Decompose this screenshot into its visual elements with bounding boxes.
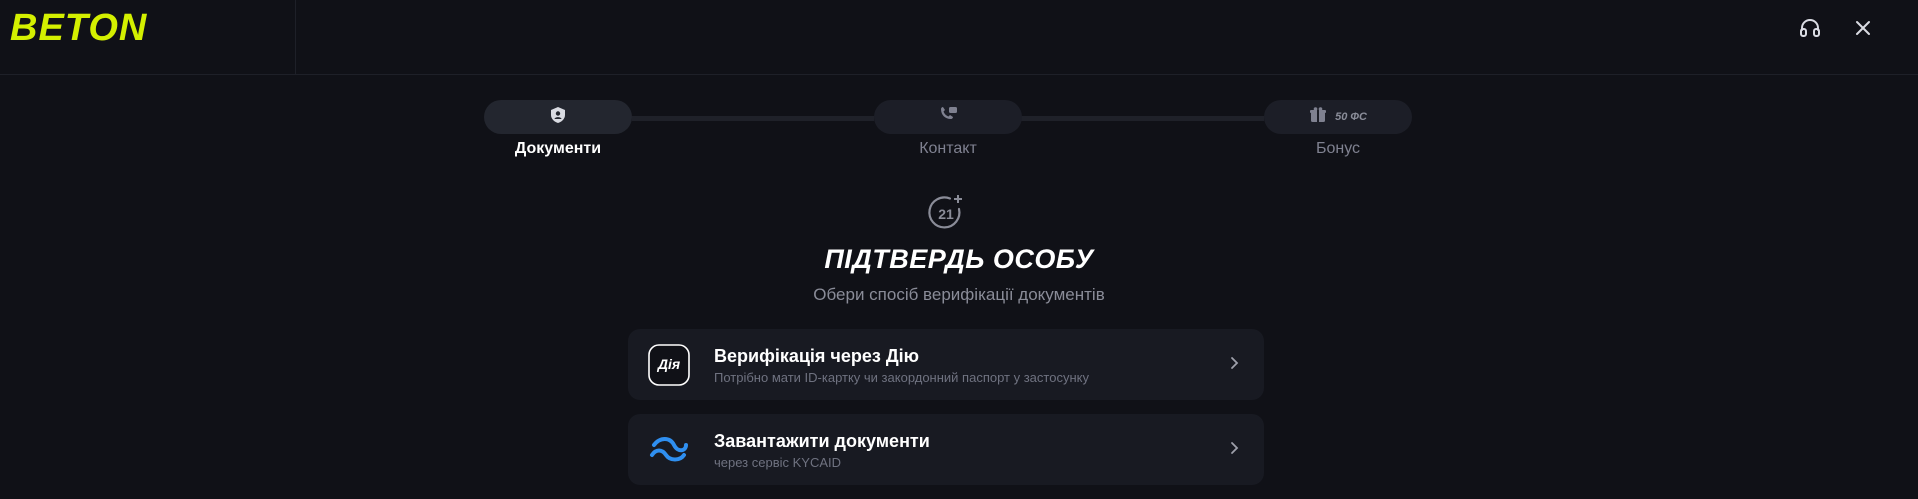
option-title: Верифікація через Дію [714, 346, 920, 366]
step-label-bonus: Бонус [1315, 140, 1361, 157]
logo-area: BETON [0, 0, 296, 74]
logo[interactable]: BETON [10, 8, 147, 48]
step-label-contact: Контакт [919, 140, 977, 157]
diia-icon: Дія [648, 344, 690, 386]
option-subtitle: через сервіс KYCAID [714, 455, 842, 470]
diia-icon-text: Дія [657, 356, 681, 372]
step-documents[interactable] [484, 100, 632, 134]
phone-chat-icon [938, 106, 958, 129]
option-subtitle: Потрібно мати ID-картку чи закордонний п… [714, 370, 1089, 385]
page-subtitle: Обери спосіб верифікації документів [813, 285, 1105, 304]
step-label-documents: Документи [514, 140, 602, 157]
headset-icon[interactable] [1796, 14, 1824, 42]
kycaid-icon [648, 429, 690, 471]
verify-diia-option[interactable]: Дія Верифікація через Дію Потрібно мати … [628, 329, 1264, 400]
shield-user-icon [549, 106, 567, 129]
step-bonus[interactable]: 50 ФС [1264, 100, 1412, 134]
option-title: Завантажити документи [714, 431, 930, 451]
chevron-right-icon [1226, 355, 1242, 371]
gift-icon [1309, 106, 1327, 129]
step-connector [1020, 116, 1264, 121]
upload-documents-option[interactable]: Завантажити документи через сервіс KYCAI… [628, 414, 1264, 485]
21-plus-icon: 21 [925, 192, 967, 234]
step-contact[interactable] [874, 100, 1022, 134]
step-connector [632, 116, 874, 121]
bonus-badge: 50 ФС [1335, 111, 1367, 123]
page-title: ПІДТВЕРДЬ ОСОБУ [824, 244, 1094, 274]
svg-text:21: 21 [938, 206, 954, 222]
verification-stepper: Документи Контакт 50 ФС Бонус [484, 100, 1414, 160]
chevron-right-icon [1226, 440, 1242, 456]
top-bar: BETON [0, 0, 1918, 75]
close-icon[interactable] [1849, 14, 1877, 42]
